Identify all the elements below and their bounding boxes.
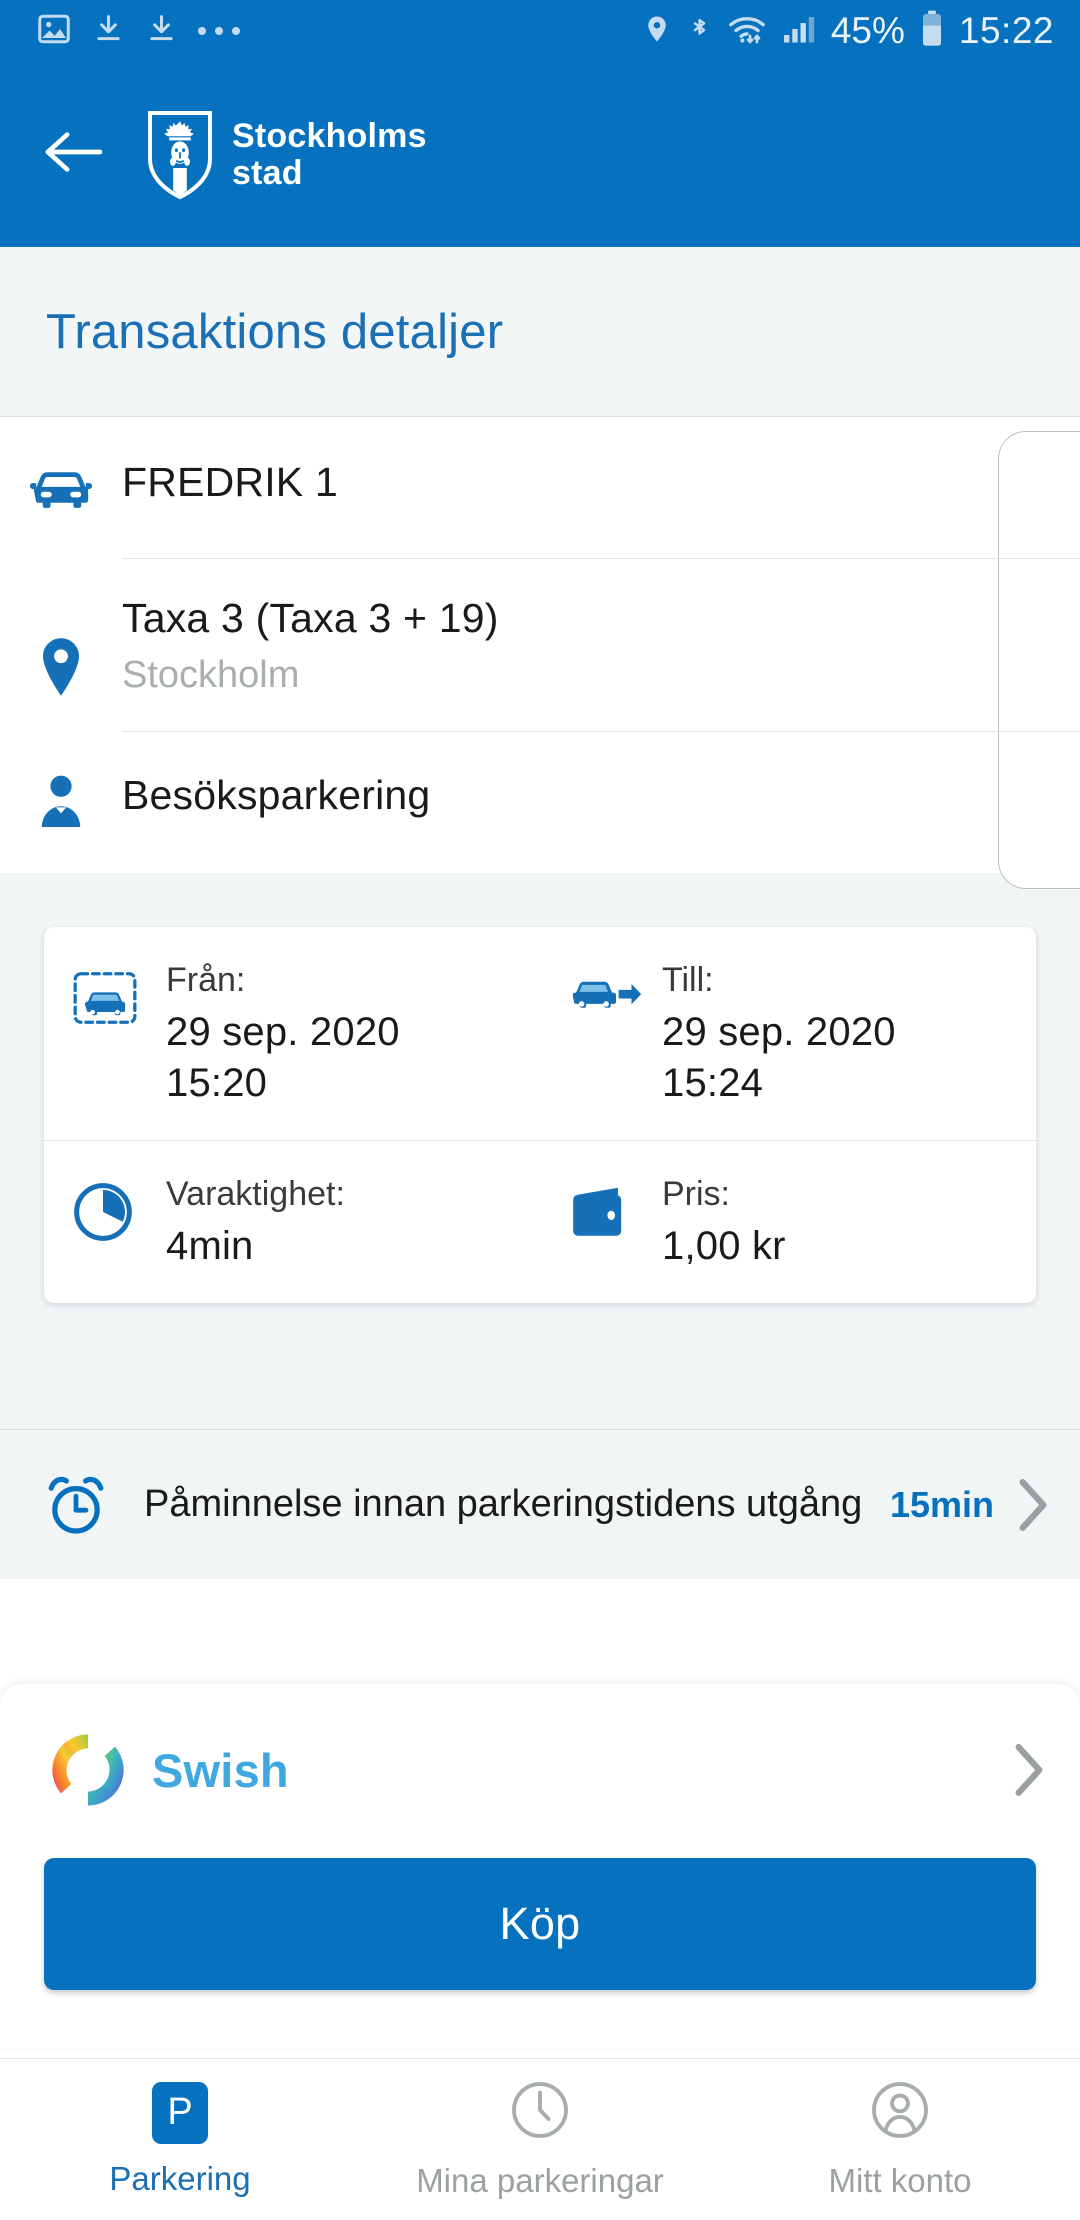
car-icon	[0, 417, 122, 515]
reminder-row[interactable]: Påminnelse innan parkeringstidens utgång…	[0, 1429, 1080, 1579]
from-label: Från:	[166, 961, 246, 999]
time-card-row-dates: Från: 29 sep. 2020 15:20 Till: 29 sep. 2…	[44, 927, 1036, 1140]
wallet-icon	[568, 1175, 662, 1269]
status-bar-left-icons	[36, 11, 240, 52]
zone-city: Stockholm	[122, 654, 300, 696]
clock-label: 15:22	[958, 10, 1054, 51]
account-icon	[869, 2079, 931, 2146]
nav-item-mina-parkeringar[interactable]: Mina parkeringar	[360, 2059, 720, 2220]
stockholm-shield-icon	[146, 109, 214, 201]
to-cell: Till: 29 sep. 2020 15:24	[540, 927, 1036, 1140]
brand-logo: Stockholms stad	[146, 109, 427, 201]
zone-name: Taxa 3 (Taxa 3 + 19)	[122, 595, 499, 641]
back-arrow-icon	[42, 128, 104, 181]
car-leaving-icon	[568, 961, 662, 1106]
status-bar: 45% 15:22	[0, 0, 1080, 62]
page-title-bar: Transaktions detaljer	[0, 247, 1080, 417]
to-label: Till:	[662, 961, 714, 999]
car-parked-icon	[72, 961, 166, 1106]
clock-icon	[509, 2079, 571, 2146]
detail-row-parking-type[interactable]: Besöksparkering	[0, 731, 1080, 873]
payment-panel: Swish Köp	[0, 1684, 1080, 2048]
price-label: Pris:	[662, 1175, 730, 1213]
from-time: 15:20	[166, 1061, 268, 1105]
wifi-icon	[727, 10, 767, 53]
more-dots-icon	[198, 27, 240, 35]
chevron-right-icon[interactable]	[1016, 1478, 1050, 1532]
duration-cell: Varaktighet: 4min	[44, 1141, 540, 1303]
nav-label-parkering: Parkering	[109, 2159, 251, 2197]
bluetooth-icon	[686, 10, 713, 53]
pie-clock-icon	[72, 1175, 166, 1269]
detail-row-vehicle[interactable]: FREDRIK 1	[0, 417, 1080, 558]
duration-value: 4min	[166, 1224, 254, 1268]
parking-details-section: FREDRIK 1 Taxa 3 (Taxa 3 + 19) Stockholm…	[0, 417, 1080, 889]
battery-percent-label: 45%	[830, 10, 905, 51]
time-summary-area: Från: 29 sep. 2020 15:20 Till: 29 sep. 2…	[0, 873, 1080, 1429]
nav-label-mina-parkeringar: Mina parkeringar	[416, 2162, 664, 2199]
app-header: Stockholms stad	[0, 62, 1080, 247]
reminder-value: 15min	[889, 1483, 994, 1525]
parking-p-icon: P	[152, 2081, 208, 2144]
person-icon	[0, 731, 122, 829]
to-time: 15:24	[662, 1061, 764, 1105]
time-price-card: Från: 29 sep. 2020 15:20 Till: 29 sep. 2…	[44, 927, 1036, 1303]
nav-label-mitt-konto: Mitt konto	[828, 2162, 972, 2199]
nav-item-mitt-konto[interactable]: Mitt konto	[720, 2059, 1080, 2220]
swish-logo-icon	[44, 1726, 140, 1814]
nav-item-parkering[interactable]: P Parkering	[0, 2059, 360, 2220]
alarm-clock-icon	[44, 1473, 144, 1537]
vehicle-name: FREDRIK 1	[122, 459, 338, 505]
parking-type-name: Besöksparkering	[122, 772, 431, 818]
reminder-label: Påminnelse innan parkeringstidens utgång	[144, 1483, 863, 1525]
from-date: 29 sep. 2020	[166, 1010, 400, 1054]
to-date: 29 sep. 2020	[662, 1010, 896, 1054]
download-icon	[145, 11, 178, 52]
bottom-navigation: P Parkering Mina parkeringar Mitt konto	[0, 2058, 1080, 2220]
location-icon	[642, 10, 672, 53]
buy-button[interactable]: Köp	[44, 1858, 1036, 1990]
battery-icon	[919, 9, 945, 54]
map-pin-icon	[0, 558, 122, 698]
brand-name: Stockholms stad	[232, 116, 427, 192]
payment-method-name: Swish	[152, 1743, 289, 1797]
status-bar-right-icons: 45% 15:22	[642, 9, 1054, 54]
signal-icon	[781, 11, 817, 52]
brand-line-1: Stockholms	[232, 116, 427, 155]
back-button[interactable]	[18, 128, 128, 181]
buy-button-wrapper: Köp	[0, 1848, 1080, 2030]
brand-line-2: stad	[232, 153, 303, 192]
price-cell: Pris: 1,00 kr	[540, 1141, 1036, 1303]
from-cell: Från: 29 sep. 2020 15:20	[44, 927, 540, 1140]
duration-label: Varaktighet:	[166, 1175, 345, 1213]
detail-row-zone[interactable]: Taxa 3 (Taxa 3 + 19) Stockholm	[0, 558, 1080, 731]
image-icon	[36, 11, 72, 52]
time-card-row-duration-price: Varaktighet: 4min Pris: 1,00 kr	[44, 1140, 1036, 1303]
page-title: Transaktions detaljer	[46, 304, 504, 359]
payment-method-row[interactable]: Swish	[0, 1684, 1080, 1848]
chevron-right-icon[interactable]	[1012, 1743, 1046, 1797]
download-icon	[92, 11, 125, 52]
price-value: 1,00 kr	[662, 1224, 786, 1268]
